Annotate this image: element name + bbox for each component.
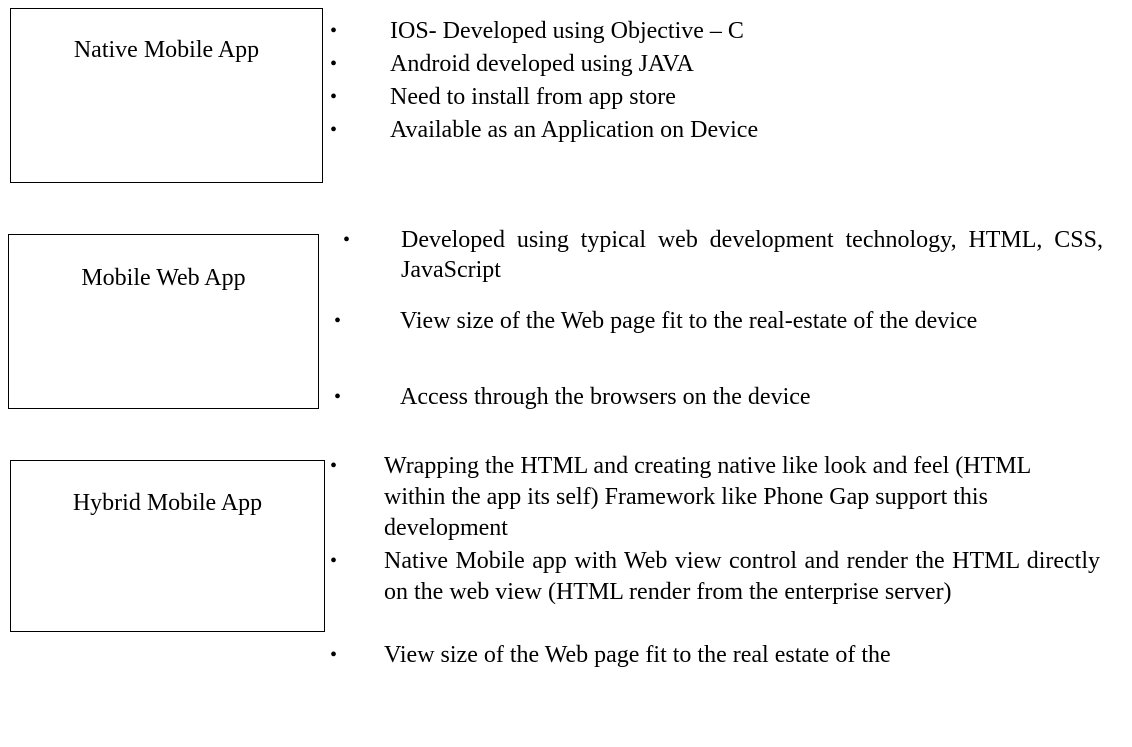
list-item: • Access through the browsers on the dev… — [334, 384, 811, 410]
list-item: • IOS- Developed using Objective – C — [330, 18, 744, 44]
list-item: • Native Mobile app with Web view contro… — [330, 548, 1100, 605]
mobile-web-app-box: Mobile Web App — [8, 234, 319, 409]
list-item: • View size of the Web page fit to the r… — [334, 308, 978, 334]
list-item: • Android developed using JAVA — [330, 51, 694, 77]
hybrid-mobile-app-box: Hybrid Mobile App — [10, 460, 325, 632]
list-item: • Need to install from app store — [330, 84, 676, 110]
list-item: • View size of the Web page fit to the r… — [330, 642, 891, 668]
native-mobile-app-label: Native Mobile App — [73, 37, 260, 63]
list-item: • Available as an Application on Device — [330, 117, 759, 143]
list-item: • Wrapping the HTML and creating native … — [330, 453, 1031, 541]
mobile-web-app-label: Mobile Web App — [81, 265, 246, 291]
list-item: • Developed using typical web developmen… — [343, 227, 1103, 283]
native-mobile-app-box: Native Mobile App — [10, 8, 323, 183]
hybrid-mobile-app-label: Hybrid Mobile App — [72, 490, 263, 516]
native-bullet-list: • IOS- Developed using Objective – C • A… — [330, 16, 1110, 148]
